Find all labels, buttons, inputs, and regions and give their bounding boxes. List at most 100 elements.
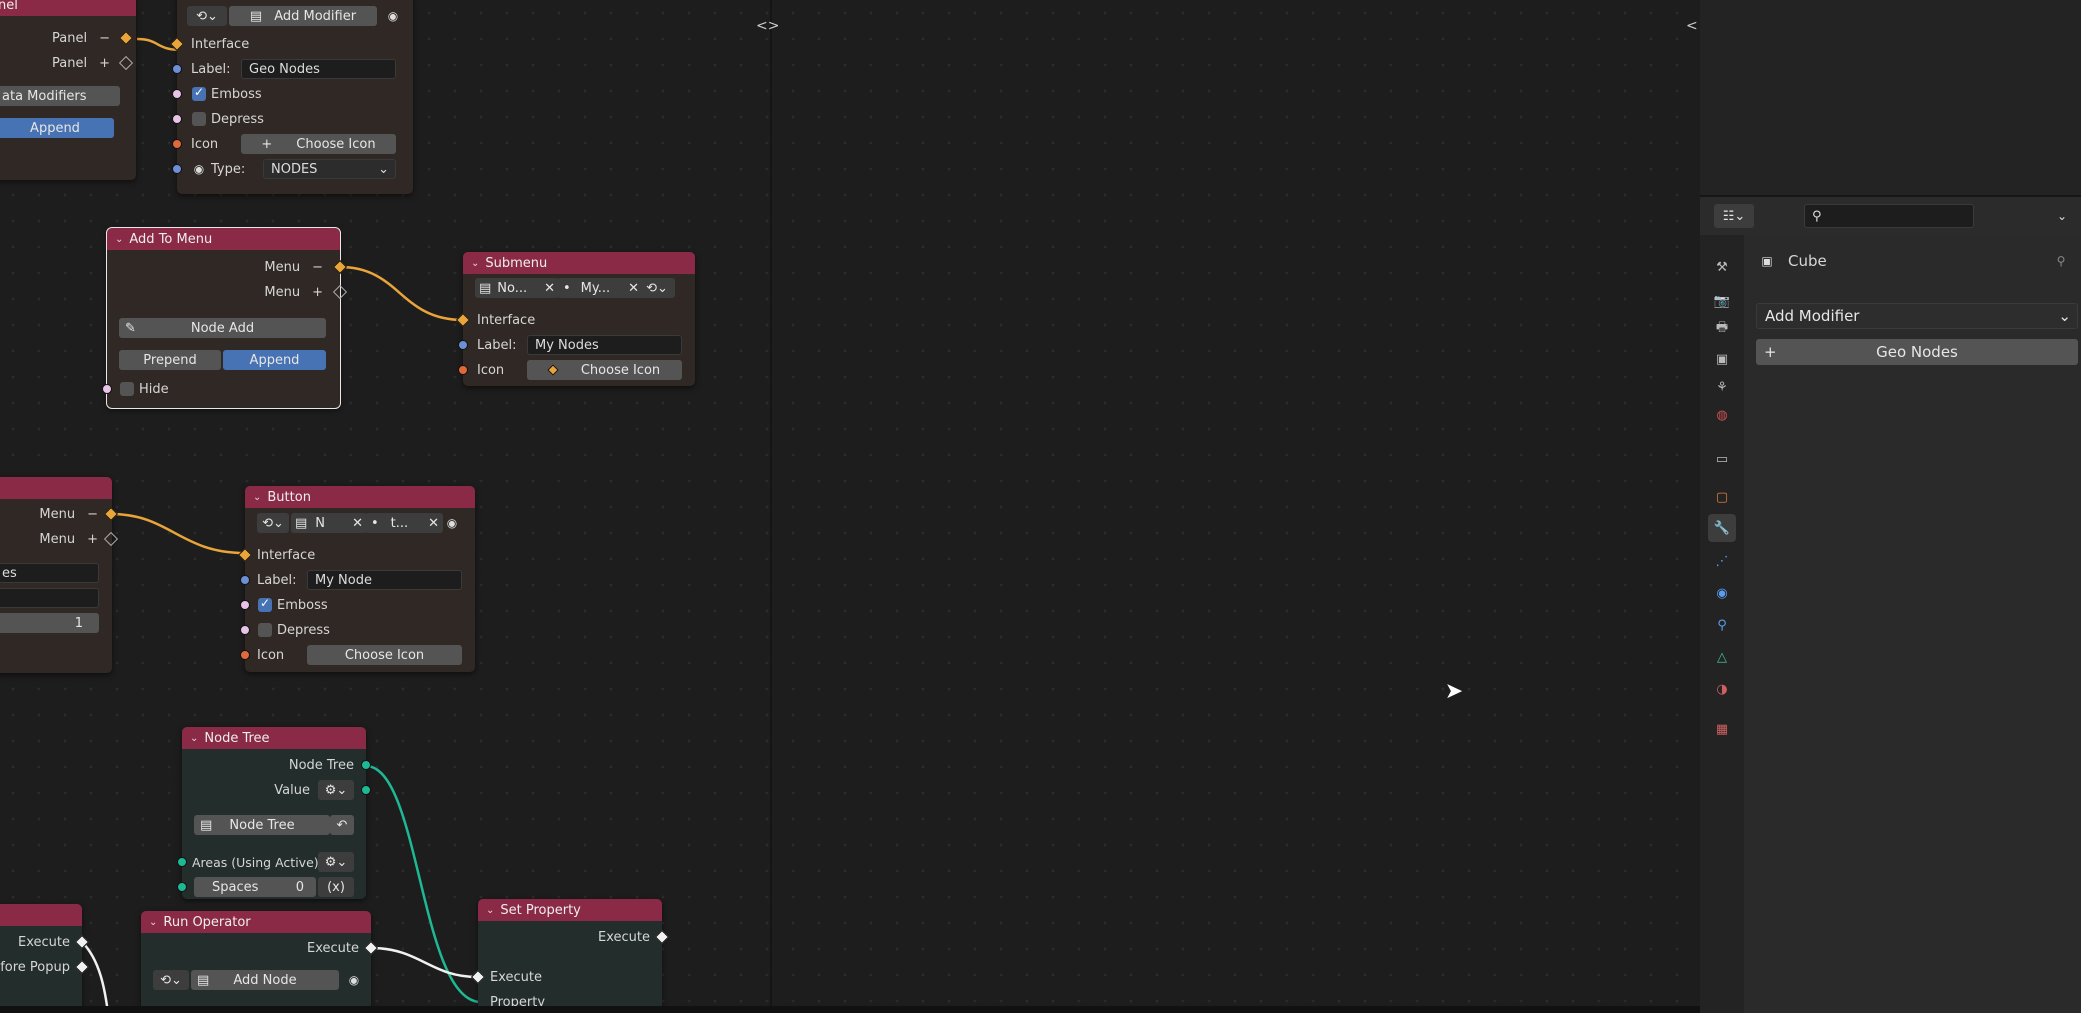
plus-icon[interactable]: + xyxy=(99,56,110,71)
close-icon[interactable]: ✕ xyxy=(544,281,555,296)
label-field[interactable]: Geo Nodes xyxy=(241,59,396,79)
menu-socket-empty[interactable] xyxy=(118,55,134,71)
menu-socket-empty[interactable] xyxy=(332,284,348,300)
add-modifier-dropdown[interactable]: Add Modifier ⌄ xyxy=(1756,303,2078,329)
texture-icon[interactable]: ▦ xyxy=(1708,715,1736,743)
emboss-checkbox[interactable] xyxy=(258,596,272,612)
text-field-empty[interactable] xyxy=(0,588,99,608)
menu-node[interactable]: Menu − Menu + es 1 xyxy=(0,477,119,673)
material-icon[interactable]: ◑ xyxy=(1708,675,1736,703)
panel-node[interactable]: nel Panel − Panel + ata Modifiers Append xyxy=(0,0,136,180)
spaces-field[interactable]: Spaces 0 xyxy=(194,877,316,897)
interface-socket[interactable] xyxy=(169,36,185,52)
add-modifier-button[interactable]: ▤ Add Modifier xyxy=(229,6,377,26)
reset-icon[interactable]: ↶ xyxy=(330,815,354,835)
area-divider[interactable] xyxy=(770,0,772,1013)
choose-icon-button[interactable]: Choose Icon xyxy=(307,645,462,665)
menu-chip[interactable]: • My... ✕ xyxy=(557,278,643,298)
areas-socket[interactable] xyxy=(177,857,187,867)
append-button[interactable]: Append xyxy=(223,350,326,370)
node-add-button[interactable]: ✎ Node Add xyxy=(119,318,326,338)
constraints-icon[interactable]: ⚲ xyxy=(1708,611,1736,639)
sidebar-toggle-right-icon[interactable]: < xyxy=(1686,18,1698,34)
collapse-chevron-icon[interactable]: ⌄ xyxy=(486,905,494,916)
minus-icon[interactable]: − xyxy=(99,31,110,46)
value-type-dropdown[interactable]: ⚙⌄ xyxy=(318,780,354,800)
close-icon[interactable]: ✕ xyxy=(428,516,439,531)
python-dropdown[interactable]: ⟲⌄ xyxy=(639,278,675,298)
icon-socket[interactable] xyxy=(240,650,250,660)
chevron-down-icon[interactable]: ⌄ xyxy=(2050,204,2074,228)
type-socket[interactable] xyxy=(172,164,182,174)
minus-icon[interactable]: − xyxy=(87,507,98,522)
x-toggle-dropdown[interactable]: (x) xyxy=(318,877,354,897)
number-field[interactable]: 1 xyxy=(0,613,99,633)
label-socket[interactable] xyxy=(458,340,468,350)
node-header[interactable]: ⌄ Button xyxy=(245,486,475,508)
object-icon[interactable]: ▢ xyxy=(1708,483,1736,511)
menu-socket[interactable] xyxy=(103,506,119,522)
node-header[interactable]: ⌄ Add To Menu xyxy=(107,228,340,250)
add-node-button[interactable]: ▤ Add Node xyxy=(191,970,339,990)
plus-icon[interactable]: + xyxy=(312,285,323,300)
tool-icon[interactable]: ⚒ xyxy=(1708,253,1736,281)
close-icon[interactable]: ✕ xyxy=(628,281,639,296)
set-property-node[interactable]: ⌄ Set Property Execute Execute Property xyxy=(470,899,670,1013)
add-to-menu-node[interactable]: ⌄ Add To Menu Menu − Menu + ✎ Node Add Prepe… xyxy=(102,227,348,409)
collapse-chevron-icon[interactable]: ⌄ xyxy=(149,917,157,928)
eye-icon[interactable]: ◉ xyxy=(381,6,405,26)
label-field[interactable]: My Node xyxy=(307,570,462,590)
submenu-node[interactable]: ⌄ Submenu ▤ No... ✕ • My... ✕ ⟲⌄ Interface La… xyxy=(455,252,695,386)
spaces-socket[interactable] xyxy=(177,882,187,892)
operator-context-dropdown[interactable]: ⟲⌄ xyxy=(153,970,189,990)
eye-icon[interactable]: ◉ xyxy=(343,970,365,990)
choose-icon-button[interactable]: Choose Icon xyxy=(527,360,682,380)
geo-nodes-button[interactable]: + Geo Nodes xyxy=(1756,339,2078,365)
label-socket[interactable] xyxy=(172,64,182,74)
node-header[interactable]: nel xyxy=(0,0,136,16)
close-icon[interactable]: ✕ xyxy=(352,516,363,531)
hide-checkbox[interactable] xyxy=(120,382,134,396)
before-popup-socket[interactable] xyxy=(74,959,90,975)
editor-type-dropdown[interactable]: ☷⌄ xyxy=(1714,204,1754,228)
node-tree-chip[interactable]: ▤ N ✕ xyxy=(291,513,367,533)
scene-icon[interactable]: ⚘ xyxy=(1708,373,1736,401)
pin-icon[interactable]: ⚲ xyxy=(2051,251,2071,271)
interface-socket[interactable] xyxy=(237,547,253,563)
outliner-area[interactable] xyxy=(1700,0,2081,197)
node-editor[interactable]: <> < nel Panel − Panel + ata Modifiers App… xyxy=(0,0,1700,1013)
data-modifiers-button[interactable]: ata Modifiers xyxy=(0,86,120,106)
properties-editor[interactable]: ☷⌄ ⚲ ⌄ ⚒ 📷 🖶 ▣ ⚘ ◍ ▭ ▢ 🔧 ⋰ ◉ ⚲ △ ◑ ▦ ▣ C… xyxy=(1700,0,2081,1013)
world-icon[interactable]: ◍ xyxy=(1708,401,1736,429)
button-node[interactable]: ⌄ Button ⟲⌄ ▤ N ✕ • t... ✕ ◉ Interface Label:… xyxy=(237,486,475,672)
node-tree-chip[interactable]: ▤ No... ✕ xyxy=(475,278,559,298)
node-header[interactable]: ⌄ Set Property xyxy=(478,899,662,921)
collapse-chevron-icon[interactable]: ⌄ xyxy=(115,234,123,245)
depress-socket[interactable] xyxy=(240,625,250,635)
plus-icon[interactable]: + xyxy=(87,532,98,547)
minus-icon[interactable]: − xyxy=(312,260,323,275)
data-icon[interactable]: △ xyxy=(1708,643,1736,671)
icon-socket[interactable] xyxy=(172,139,182,149)
sidebar-toggle-icon[interactable]: <> xyxy=(756,18,779,34)
emboss-socket[interactable] xyxy=(172,89,182,99)
operator-context-dropdown[interactable]: ⟲⌄ xyxy=(187,6,227,26)
menu-chip[interactable]: • t... ✕ xyxy=(365,513,443,533)
collapse-chevron-icon[interactable]: ⌄ xyxy=(253,492,261,503)
python-dropdown[interactable]: ⟲⌄ xyxy=(257,513,289,533)
interface-socket[interactable] xyxy=(455,312,471,328)
node-header[interactable]: ⌄ Run Operator xyxy=(141,911,371,933)
collapse-chevron-icon[interactable]: ⌄ xyxy=(471,258,479,269)
choose-icon-button[interactable]: + Choose Icon xyxy=(241,134,396,154)
add-modifier-node[interactable]: ⟲⌄ ▤ Add Modifier ◉ Interface Label: Geo … xyxy=(169,0,413,194)
areas-type-dropdown[interactable]: ⚙⌄ xyxy=(318,852,354,872)
emboss-checkbox[interactable] xyxy=(192,85,206,101)
properties-search-input[interactable]: ⚲ xyxy=(1804,204,1974,228)
menu-socket[interactable] xyxy=(118,30,134,46)
label-socket[interactable] xyxy=(240,575,250,585)
menu-socket-empty[interactable] xyxy=(103,531,119,547)
append-button[interactable]: Append xyxy=(0,118,114,138)
icon-socket[interactable] xyxy=(458,365,468,375)
particles-icon[interactable]: ⋰ xyxy=(1708,547,1736,575)
type-dropdown[interactable]: NODES ⌄ xyxy=(263,159,396,179)
